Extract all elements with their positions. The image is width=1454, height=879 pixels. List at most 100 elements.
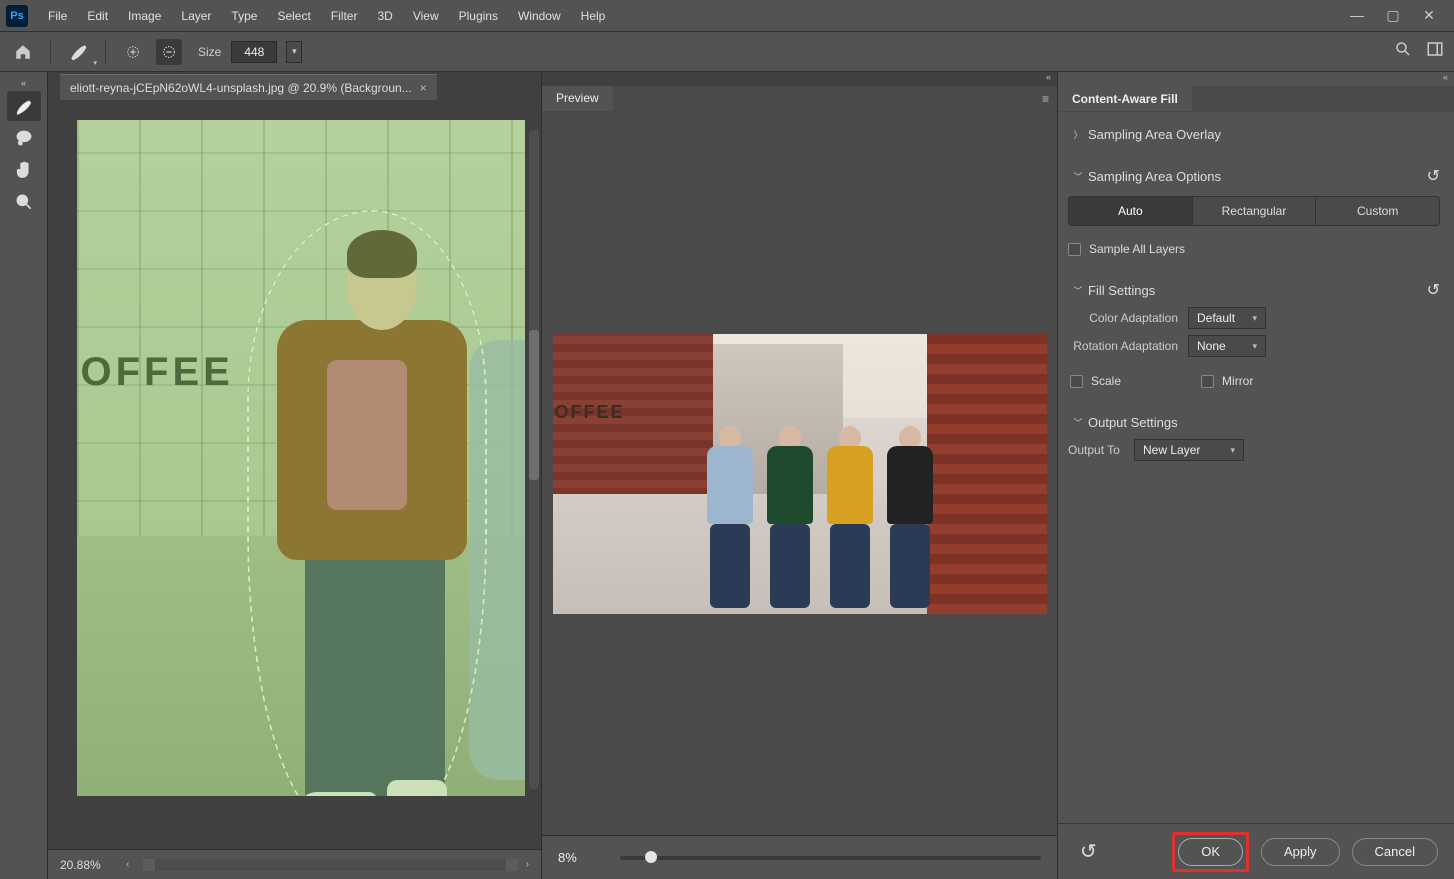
- color-adaptation-dropdown[interactable]: Default ▾: [1188, 307, 1266, 329]
- color-adaptation-row: Color Adaptation Default ▾: [1068, 304, 1440, 332]
- workspace: « eliott-reyna-jCEpN62oWL4-unsplash.jpg …: [0, 72, 1454, 879]
- field-label: Output To: [1068, 443, 1134, 457]
- chevron-left-icon[interactable]: ‹: [126, 859, 129, 870]
- menu-layer[interactable]: Layer: [171, 0, 221, 31]
- chevron-right-icon[interactable]: ›: [526, 859, 529, 870]
- preview-body[interactable]: OFFEE: [542, 112, 1057, 835]
- seg-custom[interactable]: Custom: [1316, 197, 1439, 225]
- hand-tool[interactable]: [7, 155, 41, 185]
- scale-mirror-row: Scale Mirror: [1068, 368, 1440, 394]
- preview-tabrow: Preview ≡: [542, 86, 1057, 112]
- reset-all-icon[interactable]: ↺: [1074, 839, 1103, 864]
- preview-tab[interactable]: Preview: [542, 86, 613, 111]
- section-header-output[interactable]: ﹀ Output Settings: [1068, 408, 1440, 436]
- menu-image[interactable]: Image: [118, 0, 171, 31]
- section-header-fill[interactable]: ﹀ Fill Settings ↺: [1068, 276, 1440, 304]
- horizontal-scrollbar[interactable]: [143, 859, 517, 871]
- sampling-mode-group: Auto Rectangular Custom: [1068, 196, 1440, 226]
- tool-preset-icon[interactable]: [65, 39, 91, 65]
- menu-3d[interactable]: 3D: [367, 0, 402, 31]
- expand-handle-icon[interactable]: «: [21, 76, 26, 90]
- search-icon[interactable]: [1394, 40, 1412, 63]
- preview-footer: 8%: [542, 835, 1057, 879]
- options-right: [1394, 40, 1444, 63]
- chevron-down-icon: ▾: [1230, 445, 1235, 456]
- section-sampling-options: ﹀ Sampling Area Options ↺ Auto Rectangul…: [1068, 162, 1440, 262]
- menu-file[interactable]: File: [38, 0, 77, 31]
- people-group: [703, 426, 937, 608]
- checkbox[interactable]: [1070, 375, 1083, 388]
- menu-type[interactable]: Type: [221, 0, 267, 31]
- minimize-icon[interactable]: —: [1348, 7, 1366, 24]
- subtract-sampling-icon[interactable]: [156, 39, 182, 65]
- menu-filter[interactable]: Filter: [321, 0, 368, 31]
- caf-toolstrip: «: [0, 72, 48, 879]
- vertical-scrollbar[interactable]: [529, 130, 539, 789]
- checkbox[interactable]: [1068, 243, 1081, 256]
- panel-menu-icon[interactable]: ≡: [1034, 86, 1057, 112]
- seg-rectangular[interactable]: Rectangular: [1193, 197, 1317, 225]
- menu-edit[interactable]: Edit: [77, 0, 118, 31]
- rotation-adaptation-dropdown[interactable]: None ▾: [1188, 335, 1266, 357]
- sampling-brush-tool[interactable]: [7, 91, 41, 121]
- seg-auto[interactable]: Auto: [1069, 197, 1193, 225]
- document-tab[interactable]: eliott-reyna-jCEpN62oWL4-unsplash.jpg @ …: [60, 74, 437, 100]
- checkbox-label: Mirror: [1222, 374, 1253, 388]
- sample-all-layers-row[interactable]: Sample All Layers: [1068, 236, 1440, 262]
- expand-handle-icon[interactable]: «: [542, 72, 1057, 86]
- menu-plugins[interactable]: Plugins: [449, 0, 508, 31]
- section-header-overlay[interactable]: 〉 Sampling Area Overlay: [1068, 120, 1440, 148]
- lasso-tool[interactable]: [7, 123, 41, 153]
- menu-select[interactable]: Select: [267, 0, 320, 31]
- window-controls: — ▢ ✕: [1348, 7, 1448, 24]
- checkbox-label: Scale: [1091, 374, 1121, 388]
- preview-zoom-slider[interactable]: [620, 856, 1041, 860]
- chevron-down-icon: ▾: [1252, 341, 1257, 352]
- home-icon[interactable]: [10, 39, 36, 65]
- size-input[interactable]: [231, 41, 277, 63]
- document-statusbar: 20.88% ‹ ›: [48, 849, 541, 879]
- add-sampling-icon[interactable]: [120, 39, 146, 65]
- reset-icon[interactable]: ↺: [1427, 280, 1440, 300]
- preview-image: OFFEE: [553, 334, 1047, 614]
- section-output-settings: ﹀ Output Settings Output To New Layer ▾: [1068, 408, 1440, 464]
- document-canvas[interactable]: OFFEE: [77, 120, 525, 796]
- size-label: Size: [198, 45, 221, 59]
- dropdown-value: New Layer: [1143, 443, 1200, 457]
- checkbox[interactable]: [1201, 375, 1214, 388]
- section-header-options[interactable]: ﹀ Sampling Area Options ↺: [1068, 162, 1440, 190]
- cancel-button[interactable]: Cancel: [1352, 838, 1438, 866]
- caf-footer: ↺ OK Apply Cancel: [1058, 823, 1454, 879]
- document-tabstrip: eliott-reyna-jCEpN62oWL4-unsplash.jpg @ …: [48, 72, 541, 100]
- preview-zoom-value[interactable]: 8%: [558, 850, 608, 865]
- slider-knob[interactable]: [645, 851, 657, 863]
- options-bar: Size ▾: [0, 32, 1454, 72]
- scale-checkbox-row[interactable]: Scale: [1070, 368, 1121, 394]
- dropdown-value: Default: [1197, 311, 1235, 325]
- scrollbar-thumb[interactable]: [529, 330, 539, 480]
- apply-button[interactable]: Apply: [1261, 838, 1340, 866]
- zoom-tool[interactable]: [7, 187, 41, 217]
- workspace-switcher-icon[interactable]: [1426, 40, 1444, 63]
- canvas-viewport[interactable]: OFFEE: [48, 100, 541, 849]
- close-icon[interactable]: ✕: [1420, 7, 1438, 24]
- divider: [50, 40, 51, 64]
- reset-icon[interactable]: ↺: [1427, 166, 1440, 186]
- menu-help[interactable]: Help: [571, 0, 616, 31]
- section-label: Output Settings: [1088, 415, 1178, 430]
- size-dropdown-icon[interactable]: ▾: [286, 41, 302, 63]
- menu-view[interactable]: View: [403, 0, 449, 31]
- caf-body: 〉 Sampling Area Overlay ﹀ Sampling Area …: [1058, 112, 1454, 823]
- field-label: Color Adaptation: [1068, 311, 1188, 325]
- output-to-dropdown[interactable]: New Layer ▾: [1134, 439, 1244, 461]
- tab-close-icon[interactable]: ×: [420, 81, 427, 95]
- document-zoom-value[interactable]: 20.88%: [60, 858, 118, 872]
- caf-tabrow: Content-Aware Fill: [1058, 86, 1454, 112]
- menu-window[interactable]: Window: [508, 0, 571, 31]
- caf-tab[interactable]: Content-Aware Fill: [1058, 86, 1192, 111]
- ok-button[interactable]: OK: [1178, 838, 1243, 866]
- mirror-checkbox-row[interactable]: Mirror: [1201, 368, 1253, 394]
- maximize-icon[interactable]: ▢: [1384, 7, 1402, 24]
- expand-handle-icon[interactable]: «: [1058, 72, 1454, 86]
- app-logo-icon: Ps: [6, 5, 28, 27]
